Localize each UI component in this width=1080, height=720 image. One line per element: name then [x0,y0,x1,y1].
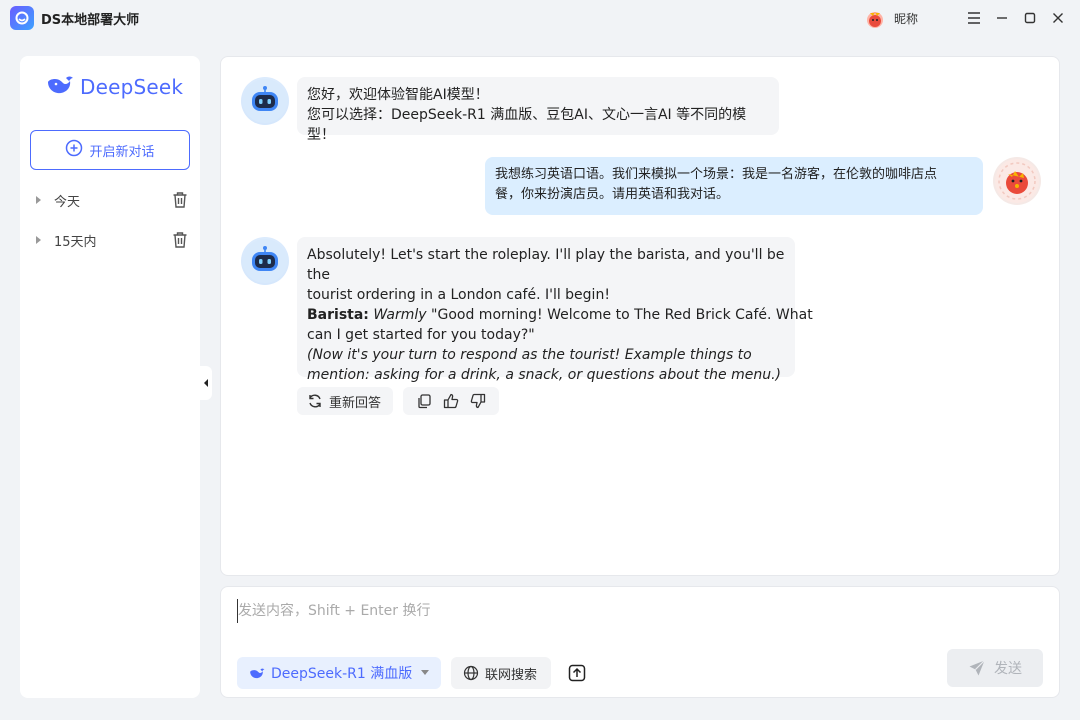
message-line: Barista: Warmly "Good morning! Welcome t… [307,305,813,325]
app-logo-icon [10,6,34,30]
regenerate-label: 重新回答 [329,395,382,411]
copy-icon[interactable] [416,393,432,409]
globe-icon [463,665,479,681]
user-message-bubble: 我想练习英语口语。我们来模拟一个场景：我是一名游客，在伦敦的咖啡店点 餐，你来扮… [485,157,983,215]
user-avatar-small-icon[interactable] [864,8,886,30]
manner-label: Warmly [373,307,427,323]
message-line: 您好，欢迎体验智能AI模型！ [307,87,489,103]
robot-icon [243,239,287,283]
sidebar: DeepSeek 开启新对话 今天 15天内 [20,56,200,698]
composer: DeepSeek-R1 满血版 联网搜索 发送 [220,586,1060,698]
message-input[interactable] [237,599,1037,623]
trash-icon[interactable] [172,231,188,249]
robot-icon [243,79,287,123]
brand-name: DeepSeek [80,75,184,99]
plus-circle-icon [65,139,83,161]
thumbs-down-icon[interactable] [470,393,486,409]
model-select-label: DeepSeek-R1 满血版 [271,666,413,682]
message-line: (Now it's your turn to respond as the to… [307,347,752,363]
trash-icon[interactable] [172,191,188,209]
history-group-label: 15天内 [54,234,97,250]
chevron-down-icon [421,670,429,675]
message-line: mention: asking for a drink, a snack, or… [307,367,781,383]
regenerate-button[interactable]: 重新回答 [297,387,393,415]
send-icon [968,659,986,677]
user-avatar-icon [995,159,1039,203]
app-title: DS本地部署大师 [41,13,140,28]
maximize-icon[interactable] [1020,8,1040,28]
menu-icon[interactable] [964,8,984,28]
history-group-15-days[interactable]: 15天内 [20,228,200,252]
bot-avatar [241,77,289,125]
model-select[interactable]: DeepSeek-R1 满血版 [237,657,441,689]
title-bar: DS本地部署大师 昵称 [0,0,1080,36]
thumbs-up-icon[interactable] [443,393,459,409]
caret-left-icon [204,379,208,387]
message-line: Absolutely! Let's start the roleplay. I'… [307,247,785,283]
send-button[interactable]: 发送 [947,649,1043,687]
nickname[interactable]: 昵称 [894,10,918,27]
collapse-sidebar-button[interactable] [200,366,212,400]
caret-right-icon [36,236,41,244]
caret-right-icon [36,196,41,204]
speaker-label: Barista: [307,307,369,323]
upload-icon[interactable] [567,663,587,683]
send-label: 发送 [994,661,1022,677]
new-chat-label: 开启新对话 [89,144,155,160]
brand: DeepSeek [46,74,183,100]
history-group-today[interactable]: 今天 [20,188,200,212]
close-icon[interactable] [1048,8,1068,28]
message-line: tourist ordering in a London café. I'll … [307,287,610,303]
message-line: 我想练习英语口语。我们来模拟一个场景：我是一名游客，在伦敦的咖啡店点 [495,167,938,182]
message-line: 餐，你来扮演店员。请用英语和我对话。 [495,187,730,202]
history-group-label: 今天 [54,194,81,210]
message-line: 您可以选择：DeepSeek-R1 满血版、豆包AI、文心一言AI 等不同的模型… [307,107,747,143]
minimize-icon[interactable] [992,8,1012,28]
quote-text: "Good morning! Welcome to The Red Brick … [426,307,813,323]
chat-panel: 您好，欢迎体验智能AI模型！ 您可以选择：DeepSeek-R1 满血版、豆包A… [220,56,1060,576]
message-line: can I get started for you today?" [307,327,535,343]
assistant-message-bubble: 您好，欢迎体验智能AI模型！ 您可以选择：DeepSeek-R1 满血版、豆包A… [297,77,779,143]
assistant-message-bubble: Absolutely! Let's start the roleplay. I'… [297,237,813,383]
web-search-button[interactable]: 联网搜索 [451,657,551,689]
bot-avatar [241,237,289,285]
message-actions-group [403,387,499,415]
web-search-label: 联网搜索 [485,667,538,683]
user-avatar [993,157,1041,205]
deepseek-whale-icon [46,74,74,100]
new-chat-button[interactable]: 开启新对话 [30,130,190,170]
deepseek-whale-icon [249,667,265,680]
refresh-icon [307,393,323,409]
